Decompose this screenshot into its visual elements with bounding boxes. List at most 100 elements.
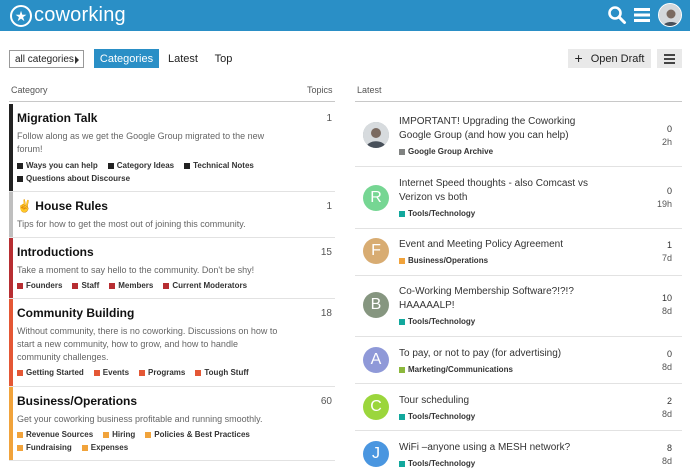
category-color-bar <box>9 104 13 191</box>
topic-category[interactable]: Marketing/Communications <box>399 365 513 374</box>
category-description: Tips for how to get the most out of join… <box>17 219 246 229</box>
subcategory-link[interactable]: Events <box>93 366 129 379</box>
category-name[interactable]: ✌ House Rules <box>17 199 108 213</box>
topic-row[interactable]: J WiFi –anyone using a MESH network? Too… <box>355 431 682 470</box>
subcategory-link[interactable]: Hiring <box>103 428 135 441</box>
subcategory-link[interactable]: Current Moderators <box>163 279 247 292</box>
topic-title[interactable]: Tour scheduling <box>399 394 609 408</box>
topic-category[interactable]: Tools/Technology <box>399 209 475 218</box>
topic-age[interactable]: 8d <box>662 456 672 466</box>
category-topic-count: 1 <box>326 113 332 124</box>
subcategory-link[interactable]: Tough Stuff <box>195 366 249 379</box>
topic-post-count: 0 <box>666 124 672 134</box>
category-name[interactable]: Introductions <box>17 245 94 259</box>
category-topic-count: 1 <box>326 201 332 212</box>
subcategory-link[interactable]: Technical Notes <box>184 159 254 172</box>
site-logo[interactable]: ★ coworking <box>10 4 126 27</box>
subcategory-link[interactable]: Founders <box>17 279 62 292</box>
subcategory-link[interactable]: Getting Started <box>17 366 84 379</box>
subcategory-link[interactable]: Questions about Discourse <box>17 172 130 185</box>
category-description: Take a moment to say hello to the commun… <box>17 265 255 275</box>
plus-icon: + <box>574 50 583 66</box>
subcategory-link[interactable]: Category Ideas <box>107 159 174 172</box>
topic-category[interactable]: Tools/Technology <box>399 317 475 326</box>
topics-column-header: Topics <box>307 85 333 95</box>
hamburger-menu-icon[interactable] <box>632 5 652 25</box>
topic-age[interactable]: 8d <box>662 362 672 372</box>
subcategory-link[interactable]: Policies & Best Practices <box>145 428 250 441</box>
tab-top[interactable]: Top <box>208 49 239 68</box>
open-draft-button[interactable]: + Open Draft <box>568 49 651 68</box>
topic-avatar[interactable]: B <box>363 292 389 318</box>
divider <box>355 101 682 102</box>
subcategory-link[interactable]: Programs <box>139 366 185 379</box>
topic-avatar[interactable]: J <box>363 441 389 467</box>
subcategory-link[interactable]: Staff <box>72 279 99 292</box>
topic-category[interactable]: Tools/Technology <box>399 459 475 468</box>
topic-avatar[interactable]: R <box>363 185 389 211</box>
subcategory-link[interactable]: Expenses <box>81 441 128 454</box>
topic-avatar[interactable]: F <box>363 238 389 264</box>
category-name[interactable]: Community Building <box>17 306 134 320</box>
topic-age[interactable]: 19h <box>657 199 672 209</box>
category-row[interactable]: Migration Talk 1 Follow along as we get … <box>9 104 335 192</box>
topic-category[interactable]: Business/Operations <box>399 256 488 265</box>
topic-row[interactable]: C Tour scheduling Tools/Technology 2 8d <box>355 384 682 431</box>
topic-title[interactable]: Event and Meeting Policy Agreement <box>399 238 609 252</box>
topic-title[interactable]: Internet Speed thoughts - also Comcast v… <box>399 177 609 205</box>
victory-hand-icon: ✌ <box>17 199 32 213</box>
site-header: ★ coworking <box>0 0 690 31</box>
category-row[interactable]: Business/Operations 60 Get your coworkin… <box>9 387 335 461</box>
tab-latest[interactable]: Latest <box>164 49 202 68</box>
topic-age[interactable]: 8d <box>662 306 672 316</box>
category-name[interactable]: Business/Operations <box>17 394 137 408</box>
topic-row[interactable]: R Internet Speed thoughts - also Comcast… <box>355 167 682 229</box>
category-row[interactable]: Introductions 15 Take a moment to say he… <box>9 238 335 299</box>
topic-row[interactable]: A To pay, or not to pay (for advertising… <box>355 337 682 384</box>
search-icon[interactable] <box>607 5 627 25</box>
category-name[interactable]: Migration Talk <box>17 111 97 125</box>
logo-text: coworking <box>34 4 126 26</box>
category-topic-count: 60 <box>320 396 332 407</box>
topic-title[interactable]: To pay, or not to pay (for advertising) <box>399 347 609 361</box>
topic-row[interactable]: F Event and Meeting Policy Agreement Bus… <box>355 229 682 276</box>
topic-row[interactable]: IMPORTANT! Upgrading the Coworking Googl… <box>355 104 682 167</box>
category-color-bar <box>9 238 13 298</box>
topic-title[interactable]: Co-Working Membership Software?!?!? HAAA… <box>399 285 609 313</box>
category-color-bar <box>9 299 13 386</box>
topic-category[interactable]: Google Group Archive <box>399 147 493 156</box>
topic-age[interactable]: 7d <box>662 253 672 263</box>
topic-title[interactable]: WiFi –anyone using a MESH network? <box>399 441 609 455</box>
topic-post-count: 1 <box>666 240 672 250</box>
subcategory-link[interactable]: Members <box>109 279 153 292</box>
topic-post-count: 8 <box>666 443 672 453</box>
category-dropdown[interactable]: all categories <box>9 50 84 68</box>
star-logo-icon: ★ <box>10 4 32 27</box>
category-color-bar <box>9 387 13 460</box>
caret-right-icon <box>75 56 79 64</box>
subcategory-link[interactable]: Revenue Sources <box>17 428 93 441</box>
topic-post-count: 0 <box>666 186 672 196</box>
topic-avatar[interactable] <box>363 122 389 148</box>
subcategory-link[interactable]: Fundraising <box>17 441 72 454</box>
latest-column-header: Latest <box>357 85 382 95</box>
user-avatar[interactable] <box>658 3 682 27</box>
topic-row[interactable]: B Co-Working Membership Software?!?!? HA… <box>355 276 682 337</box>
divider <box>9 101 335 102</box>
category-row[interactable]: ✌ House Rules 1 Tips for how to get the … <box>9 192 335 238</box>
category-color-bar <box>9 192 13 237</box>
category-description: Without community, there is no coworking… <box>17 326 278 362</box>
category-description: Get your coworking business profitable a… <box>17 414 263 424</box>
category-row[interactable]: Community Building 18 Without community,… <box>9 299 335 387</box>
tab-categories[interactable]: Categories <box>94 49 159 68</box>
category-description: Follow along as we get the Google Group … <box>17 131 265 154</box>
subcategory-link[interactable]: Ways you can help <box>17 159 98 172</box>
topic-category[interactable]: Tools/Technology <box>399 412 475 421</box>
topic-title[interactable]: IMPORTANT! Upgrading the Coworking Googl… <box>399 115 609 143</box>
topic-age[interactable]: 8d <box>662 409 672 419</box>
list-menu-button[interactable] <box>657 49 682 68</box>
category-topic-count: 15 <box>320 247 332 258</box>
topic-age[interactable]: 2h <box>662 137 672 147</box>
topic-avatar[interactable]: C <box>363 394 389 420</box>
topic-avatar[interactable]: A <box>363 347 389 373</box>
